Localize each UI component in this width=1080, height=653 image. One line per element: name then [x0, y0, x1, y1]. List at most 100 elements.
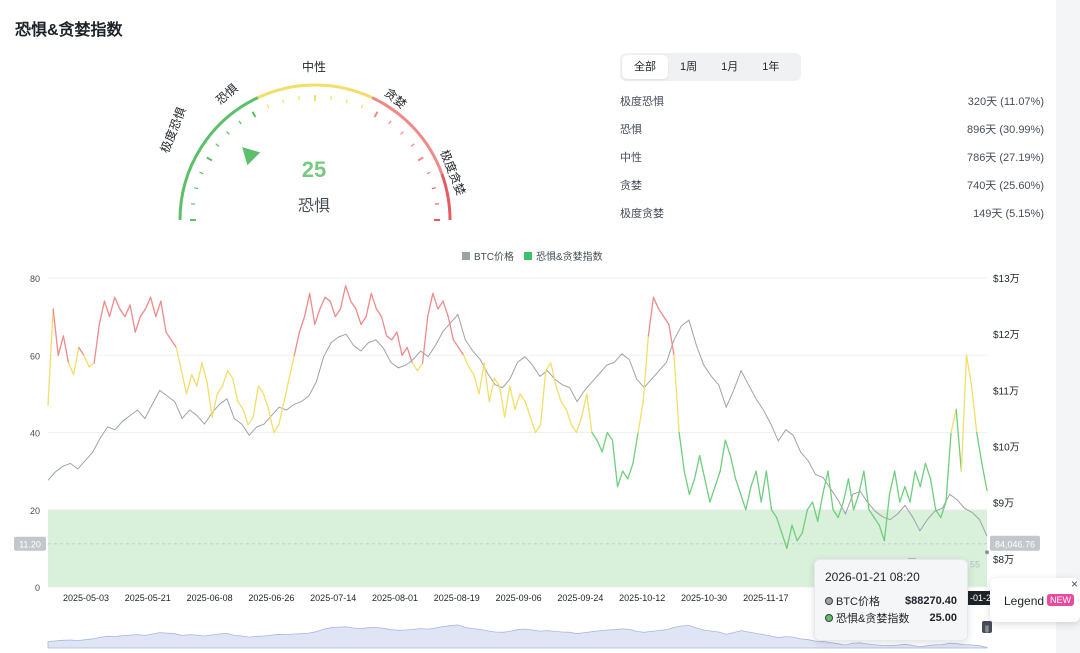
index-line-segment [704, 478, 711, 503]
dot-icon [825, 596, 833, 605]
stat-label: 恐惧 [620, 124, 642, 136]
index-line-segment [334, 308, 342, 318]
index-line-segment [863, 470, 870, 511]
index-line-segment [47, 308, 54, 407]
tooltip-value: 25.00 [929, 611, 957, 624]
right-axis-tick: $13万 [993, 274, 1020, 285]
index-line-segment [688, 478, 696, 495]
index-line-segment [314, 308, 321, 325]
tab-1-month[interactable]: 1月 [709, 55, 750, 79]
legend-item-btc[interactable]: BTC价格 [462, 248, 514, 263]
index-line-segment [216, 385, 224, 395]
index-line-segment [591, 431, 598, 441]
index-line-segment [647, 296, 655, 337]
tab-all[interactable]: 全部 [622, 55, 668, 79]
left-axis-tick: 0 [35, 583, 40, 593]
tooltip-row-btc: BTC价格 $88270.40 [825, 592, 957, 609]
index-line-segment [88, 362, 95, 368]
gauge-tick [426, 171, 431, 175]
index-line-segment [160, 300, 167, 333]
index-line-segment [309, 292, 316, 325]
index-line-segment [206, 381, 213, 418]
index-line-segment [750, 470, 757, 488]
index-line-segment [575, 416, 583, 434]
index-line-segment [473, 373, 480, 395]
stat-row-fear: 恐惧 896天 (30.99%) [620, 116, 1044, 144]
gauge-tick [282, 99, 285, 104]
index-line-segment [262, 393, 270, 410]
fear-greed-card: 恐惧&贪婪指数 极度恐惧 恐惧 中性 贪婪 极度贪婪 25 恐惧 全部 1周 1… [0, 0, 1056, 653]
index-line-segment [693, 455, 701, 480]
dot-icon [825, 613, 833, 622]
stat-row-extreme-greed: 极度贪婪 149天 (5.15%) [620, 200, 1044, 228]
index-line-segment [329, 300, 336, 318]
tab-1-year[interactable]: 1年 [750, 55, 791, 79]
gauge-pointer [242, 147, 261, 166]
range-tabs: 全部 1周 1月 1年 [620, 53, 801, 81]
index-line-segment [114, 296, 121, 310]
index-line-segment [344, 285, 352, 302]
gauge-tick [410, 143, 415, 147]
partial-label: 55 [970, 560, 980, 570]
page-title: 恐惧&贪婪指数 [15, 22, 123, 39]
index-line-segment [909, 470, 916, 503]
index-line-segment [411, 362, 419, 372]
stat-value: 320天 (11.07%) [967, 96, 1044, 108]
tooltip-value: $88270.40 [905, 594, 957, 607]
x-axis-tick: 2025-05-21 [125, 593, 171, 603]
index-line-segment [483, 362, 490, 403]
index-line-segment [221, 370, 229, 387]
fear-greed-gauge: 极度恐惧 恐惧 中性 贪婪 极度贪婪 25 恐惧 [150, 55, 480, 230]
tab-1-week[interactable]: 1周 [668, 55, 709, 79]
index-line-segment [852, 493, 860, 511]
index-line-segment [663, 315, 670, 325]
index-line-segment [452, 339, 460, 349]
x-axis-tick: 2025-08-01 [372, 593, 418, 603]
index-line-segment [714, 470, 721, 488]
page-gutter [1056, 0, 1080, 653]
index-line-segment [98, 300, 106, 325]
index-line-segment [149, 296, 157, 318]
index-line-segment [919, 462, 927, 488]
index-line-segment [678, 431, 685, 472]
index-line-segment [432, 292, 439, 310]
index-line-segment [139, 308, 147, 318]
stat-value: 896天 (30.99%) [966, 124, 1044, 136]
index-line-segment [288, 354, 295, 380]
gauge-tick [190, 203, 196, 205]
index-line-segment [914, 470, 921, 488]
gauge-tick [388, 120, 392, 125]
right-axis-tick: $11万 [993, 386, 1019, 397]
gauge-tick [360, 104, 364, 109]
index-line-segment [134, 315, 142, 333]
index-line-segment [945, 431, 952, 503]
stat-row-extreme-fear: 极度恐惧 320天 (11.07%) [620, 88, 1044, 116]
x-axis-tick: 2025-09-06 [496, 593, 542, 603]
gauge-tick [298, 95, 300, 101]
index-line-segment [950, 408, 957, 434]
gauge-tick [251, 111, 257, 118]
legend-swatch-index [524, 251, 532, 260]
index-line-segment [560, 400, 567, 410]
index-line-segment [586, 393, 593, 434]
index-line-segment [478, 362, 485, 395]
x-axis-tick: 2025-10-30 [681, 593, 727, 603]
index-line-segment [806, 501, 814, 511]
right-axis-tick: $10万 [993, 443, 1020, 454]
index-line-segment [960, 354, 968, 472]
legend-item-index[interactable]: 恐惧&贪婪指数 [524, 248, 603, 263]
tooltip-date: 2026-01-21 08:20 [825, 570, 920, 584]
left-axis-tick: 80 [30, 274, 40, 284]
gauge-tick [417, 156, 424, 162]
index-line-segment [550, 362, 557, 387]
index-line-segment [339, 285, 347, 310]
index-line-segment [601, 431, 608, 453]
index-line-segment [970, 385, 978, 434]
index-line-segment [565, 408, 573, 426]
stat-value: 740天 (25.60%) [966, 180, 1044, 192]
legend-popup[interactable]: Legend NEW [990, 578, 1080, 622]
index-line-segment [657, 308, 665, 318]
close-icon[interactable]: × [1071, 577, 1078, 591]
index-line-segment [226, 370, 234, 380]
x-axis-tick: 2025-06-26 [248, 593, 294, 603]
